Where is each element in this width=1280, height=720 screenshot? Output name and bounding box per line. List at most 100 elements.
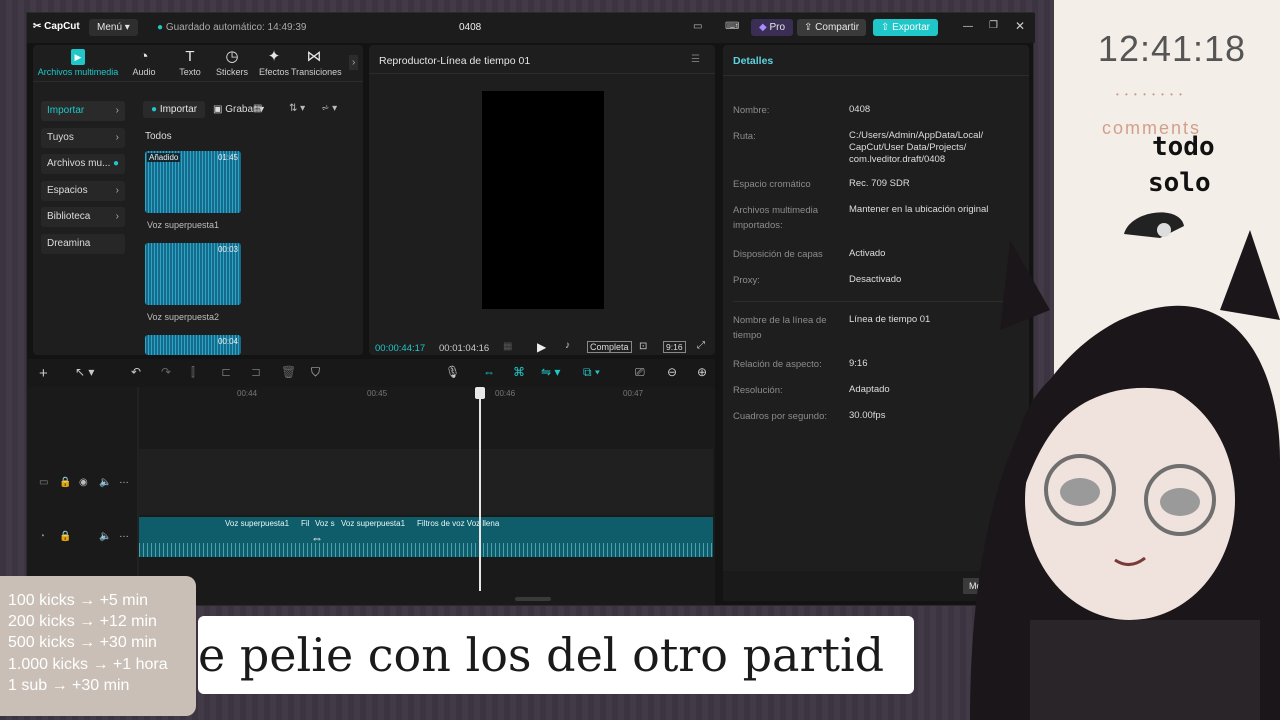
- timeline-area: 00:44 00:45 00:46 00:47 ▭ 🔒 ◉ 🔈 … ◔ 🔒 🔈 …: [27, 387, 715, 605]
- microphone-icon[interactable]: 🎙: [445, 365, 460, 379]
- track-video-icon: ▭: [39, 477, 49, 488]
- undo-icon[interactable]: ↶: [131, 365, 141, 379]
- sidebar-item-library[interactable]: Biblioteca ›: [41, 207, 125, 227]
- pro-button[interactable]: ◆ Pro: [751, 19, 794, 36]
- split-left-icon[interactable]: ⊏: [221, 365, 231, 379]
- tool-tab[interactable]: T Texto: [167, 49, 213, 78]
- clip-label: Filtros de voz Voz llena: [417, 519, 500, 528]
- all-filter-label: Todos: [145, 131, 172, 142]
- eye-icon[interactable]: ◉: [79, 477, 88, 488]
- vtuber-avatar: [970, 230, 1280, 720]
- shield-icon[interactable]: ⛉: [311, 365, 320, 380]
- aspect-ratio-button[interactable]: 9:16: [663, 341, 686, 353]
- select-tool-icon[interactable]: ↖ ▾: [75, 365, 94, 379]
- kicks-rules-panel: 100 kicks → +5 min 200 kicks → +12 min 5…: [0, 576, 196, 716]
- video-preview[interactable]: [482, 91, 604, 309]
- shortcuts-icon[interactable]: ⌨: [725, 21, 739, 32]
- diamond-icon: ◆: [759, 22, 767, 33]
- export-button[interactable]: ⇧ Exportar: [873, 19, 938, 36]
- tool-tabs: ▶ Archivos multimedia ◔ Audio T Texto ◷ Sticker…: [37, 49, 353, 79]
- delete-icon[interactable]: 🗑: [281, 365, 296, 379]
- preview-axis-icon[interactable]: ⧉ ▾: [583, 365, 600, 380]
- caption-icon[interactable]: ⎚: [635, 365, 645, 380]
- media-item-thumbnail[interactable]: Añadido 01:45: [145, 151, 241, 213]
- filter-icon[interactable]: ⩫ ▾: [321, 103, 337, 114]
- clip-label: Fil: [301, 519, 310, 528]
- detail-key: Espacio cromático: [733, 179, 811, 190]
- chevron-right-icon[interactable]: ›: [349, 55, 359, 70]
- split-right-icon[interactable]: ⊐: [251, 365, 261, 379]
- tool-tab[interactable]: ▶ Archivos multimedia: [37, 49, 119, 77]
- zoom-out-icon[interactable]: ⊖: [667, 365, 677, 379]
- maximize-icon[interactable]: ❐: [989, 20, 998, 31]
- redo-icon[interactable]: ↷: [161, 365, 171, 379]
- share-button[interactable]: ⇪ Compartir: [797, 19, 867, 36]
- audio-clip-track[interactable]: Voz superpuesta1 Fil Voz s Voz superpues…: [139, 517, 713, 557]
- tool-tab[interactable]: ◔ Audio: [121, 49, 167, 78]
- sidebar-item-dreamina[interactable]: Dreamina: [41, 234, 125, 254]
- lock-icon[interactable]: 🔒: [59, 531, 71, 542]
- more-icon[interactable]: …: [119, 475, 129, 486]
- detail-value: Línea de tiempo 01: [849, 314, 931, 325]
- fullscreen-icon[interactable]: ⤢: [697, 340, 705, 351]
- kicks-rule: 200 kicks → +12 min: [8, 613, 157, 631]
- sidebar-item-media[interactable]: Archivos mu... ●: [41, 154, 125, 174]
- detail-value: 30.00fps: [849, 410, 886, 421]
- detail-value: Activado: [849, 248, 886, 259]
- timeline-grid-icon[interactable]: ▦: [503, 341, 512, 352]
- playhead[interactable]: [479, 391, 481, 591]
- layout-icon[interactable]: ▭: [693, 21, 702, 32]
- detail-key: Nombre:: [733, 105, 770, 116]
- snap-icon[interactable]: ⇋ ▾: [541, 365, 560, 379]
- grid-view-icon[interactable]: ▦: [253, 103, 262, 114]
- export-icon: ⇧: [881, 22, 890, 33]
- detail-value: Desactivado: [849, 274, 902, 285]
- check-icon: ●: [157, 22, 164, 33]
- media-item-thumbnail[interactable]: 00:03: [145, 243, 241, 305]
- media-panel: ▶ Archivos multimedia ◔ Audio T Texto ◷ Sticker…: [33, 45, 363, 355]
- split-icon[interactable]: ⫿: [191, 365, 195, 380]
- magnet-icon[interactable]: ⌘: [513, 365, 525, 379]
- detail-key: Relación de aspecto:: [733, 359, 822, 370]
- chat-word-solo: solo: [1148, 168, 1211, 198]
- link-clips-icon[interactable]: ⇔: [483, 365, 495, 379]
- zoom-in-icon[interactable]: ⊕: [697, 365, 707, 379]
- player-title: Reproductor-Línea de tiempo 01: [379, 55, 531, 67]
- transitions-icon: ⋈: [306, 48, 322, 65]
- play-icon[interactable]: ▶: [537, 340, 546, 354]
- detail-key: Proxy:: [733, 275, 760, 286]
- current-time: 00:00:44:17: [375, 343, 426, 354]
- menu-button[interactable]: Menú ▾: [89, 19, 138, 36]
- more-icon[interactable]: …: [119, 529, 129, 540]
- hamburger-icon[interactable]: ☰: [691, 54, 700, 65]
- volume-icon[interactable]: 🔈: [99, 531, 111, 542]
- sticker-icon: ◷: [225, 48, 239, 65]
- tool-tab[interactable]: ⋈ Transiciones: [291, 48, 342, 78]
- detail-value: C:/Users/Admin/AppData/Local/ CapCut/Use…: [849, 130, 984, 165]
- close-icon[interactable]: ✕: [1015, 19, 1025, 33]
- volume-icon[interactable]: 🔈: [99, 477, 111, 488]
- project-title: 0408: [459, 22, 482, 33]
- sort-icon[interactable]: ⇅ ▾: [289, 103, 305, 114]
- sidebar-item-yours[interactable]: Tuyos ›: [41, 128, 125, 148]
- sidebar-item-spaces[interactable]: Espacios ›: [41, 181, 125, 201]
- import-button[interactable]: ● Importar: [143, 101, 206, 118]
- plus-circle-icon: ●: [151, 104, 158, 115]
- add-track-icon[interactable]: +: [39, 365, 48, 382]
- lock-icon[interactable]: 🔒: [59, 477, 71, 488]
- detail-key: Nombre de la línea de tiempo: [733, 315, 827, 341]
- detail-value: 9:16: [849, 358, 868, 369]
- horizontal-scrollbar[interactable]: [515, 597, 551, 601]
- divider: [369, 73, 715, 74]
- fit-screen-icon[interactable]: ⊡: [639, 341, 647, 352]
- tool-tab[interactable]: ◷ Stickers: [209, 48, 255, 78]
- playhead-handle[interactable]: [475, 387, 485, 399]
- detail-value: Rec. 709 SDR: [849, 178, 910, 189]
- minimize-icon[interactable]: —: [963, 21, 973, 32]
- sidebar-item-import[interactable]: Importar ›: [41, 101, 125, 121]
- full-quality-button[interactable]: Completa: [587, 341, 632, 353]
- media-item-thumbnail[interactable]: 00:04: [145, 335, 241, 355]
- clip-label: Voz superpuesta1: [341, 519, 406, 528]
- tiktok-icon[interactable]: ♪: [565, 340, 570, 351]
- track-audio-icon: ◔: [39, 531, 46, 542]
